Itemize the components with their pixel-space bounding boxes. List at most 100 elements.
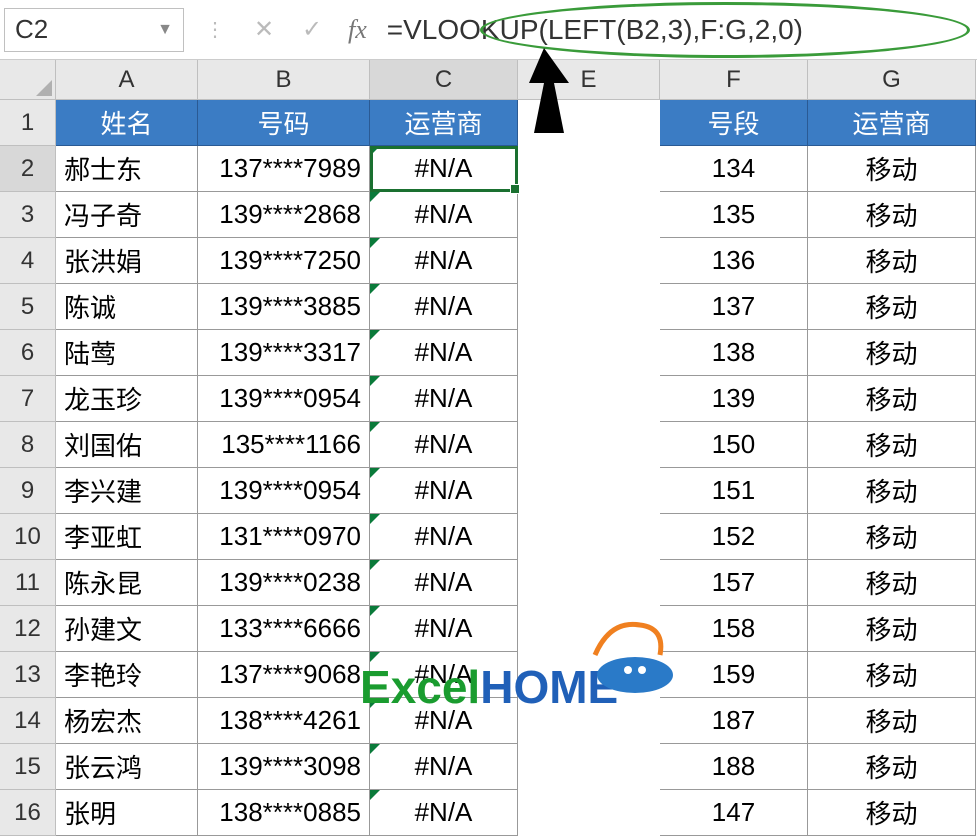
cell-name[interactable]: 陈永昆 xyxy=(56,560,198,606)
row-header[interactable]: 14 xyxy=(0,698,56,744)
col-header-B[interactable]: B xyxy=(198,60,370,100)
cell-carrier2[interactable]: 移动 xyxy=(808,606,976,652)
col-header-A[interactable]: A xyxy=(56,60,198,100)
cell-carrier2[interactable]: 移动 xyxy=(808,284,976,330)
cell-prefix[interactable]: 136 xyxy=(660,238,808,284)
cell-carrier[interactable]: #N/A xyxy=(370,284,518,330)
cell-number[interactable]: 138****0885 xyxy=(198,790,370,836)
cell-number[interactable]: 139****7250 xyxy=(198,238,370,284)
name-box[interactable]: C2 ▼ xyxy=(4,8,184,52)
row-header[interactable]: 12 xyxy=(0,606,56,652)
cell-carrier2[interactable]: 移动 xyxy=(808,698,976,744)
cell-carrier2[interactable]: 移动 xyxy=(808,790,976,836)
cell-number[interactable]: 137****7989 xyxy=(198,146,370,192)
cell-carrier2[interactable]: 移动 xyxy=(808,652,976,698)
cell-carrier[interactable]: #N/A xyxy=(370,468,518,514)
cell-carrier2[interactable]: 移动 xyxy=(808,192,976,238)
cell-name[interactable]: 陈诚 xyxy=(56,284,198,330)
cell-carrier[interactable]: #N/A xyxy=(370,744,518,790)
cell-E1[interactable] xyxy=(518,100,660,146)
expand-button[interactable]: ⋮ xyxy=(192,8,240,52)
cell-name[interactable]: 孙建文 xyxy=(56,606,198,652)
cell-name[interactable]: 陆莺 xyxy=(56,330,198,376)
cell-empty[interactable] xyxy=(518,376,660,422)
header-carrier2[interactable]: 运营商 xyxy=(808,100,976,146)
cell-number[interactable]: 139****3885 xyxy=(198,284,370,330)
cell-empty[interactable] xyxy=(518,284,660,330)
cell-carrier2[interactable]: 移动 xyxy=(808,376,976,422)
cell-carrier2[interactable]: 移动 xyxy=(808,560,976,606)
cell-carrier2[interactable]: 移动 xyxy=(808,744,976,790)
cell-number[interactable]: 139****0954 xyxy=(198,376,370,422)
col-header-E[interactable]: E xyxy=(518,60,660,100)
cell-prefix[interactable]: 152 xyxy=(660,514,808,560)
cell-carrier2[interactable]: 移动 xyxy=(808,330,976,376)
cell-prefix[interactable]: 150 xyxy=(660,422,808,468)
header-name[interactable]: 姓名 xyxy=(56,100,198,146)
formula-input[interactable]: =VLOOKUP(LEFT(B2,3),F:G,2,0) xyxy=(379,14,977,46)
cell-carrier2[interactable]: 移动 xyxy=(808,238,976,284)
cell-carrier[interactable]: #N/A xyxy=(370,652,518,698)
cell-name[interactable]: 龙玉珍 xyxy=(56,376,198,422)
cell-number[interactable]: 139****0238 xyxy=(198,560,370,606)
cell-empty[interactable] xyxy=(518,698,660,744)
cell-number[interactable]: 137****9068 xyxy=(198,652,370,698)
cell-number[interactable]: 139****0954 xyxy=(198,468,370,514)
cell-name[interactable]: 李艳玲 xyxy=(56,652,198,698)
name-box-dropdown-icon[interactable]: ▼ xyxy=(157,21,173,39)
cell-prefix[interactable]: 138 xyxy=(660,330,808,376)
row-header[interactable]: 15 xyxy=(0,744,56,790)
cell-number[interactable]: 139****2868 xyxy=(198,192,370,238)
cell-name[interactable]: 张洪娟 xyxy=(56,238,198,284)
row-header[interactable]: 10 xyxy=(0,514,56,560)
cell-carrier[interactable]: #N/A xyxy=(370,146,518,192)
cell-prefix[interactable]: 147 xyxy=(660,790,808,836)
cell-prefix[interactable]: 135 xyxy=(660,192,808,238)
cell-empty[interactable] xyxy=(518,744,660,790)
cell-number[interactable]: 133****6666 xyxy=(198,606,370,652)
cell-carrier[interactable]: #N/A xyxy=(370,560,518,606)
cell-carrier[interactable]: #N/A xyxy=(370,422,518,468)
header-carrier[interactable]: 运营商 xyxy=(370,100,518,146)
row-header[interactable]: 16 xyxy=(0,790,56,836)
cell-name[interactable]: 杨宏杰 xyxy=(56,698,198,744)
cell-prefix[interactable]: 159 xyxy=(660,652,808,698)
cell-carrier[interactable]: #N/A xyxy=(370,330,518,376)
cell-prefix[interactable]: 158 xyxy=(660,606,808,652)
fx-icon[interactable]: fx xyxy=(336,15,379,45)
cell-carrier[interactable]: #N/A xyxy=(370,192,518,238)
cell-name[interactable]: 冯子奇 xyxy=(56,192,198,238)
cell-number[interactable]: 139****3098 xyxy=(198,744,370,790)
row-header[interactable]: 7 xyxy=(0,376,56,422)
cell-carrier2[interactable]: 移动 xyxy=(808,146,976,192)
cell-name[interactable]: 张明 xyxy=(56,790,198,836)
cell-prefix[interactable]: 188 xyxy=(660,744,808,790)
cell-empty[interactable] xyxy=(518,422,660,468)
cell-name[interactable]: 李兴建 xyxy=(56,468,198,514)
row-header[interactable]: 8 xyxy=(0,422,56,468)
cell-number[interactable]: 135****1166 xyxy=(198,422,370,468)
row-header-1[interactable]: 1 xyxy=(0,100,56,146)
row-header[interactable]: 11 xyxy=(0,560,56,606)
cell-carrier2[interactable]: 移动 xyxy=(808,422,976,468)
row-header[interactable]: 3 xyxy=(0,192,56,238)
cell-carrier[interactable]: #N/A xyxy=(370,698,518,744)
cell-name[interactable]: 郝士东 xyxy=(56,146,198,192)
cell-prefix[interactable]: 157 xyxy=(660,560,808,606)
header-prefix[interactable]: 号段 xyxy=(660,100,808,146)
cell-empty[interactable] xyxy=(518,192,660,238)
cell-carrier[interactable]: #N/A xyxy=(370,514,518,560)
row-header[interactable]: 13 xyxy=(0,652,56,698)
select-all-corner[interactable] xyxy=(0,60,56,100)
cell-carrier2[interactable]: 移动 xyxy=(808,468,976,514)
cell-number[interactable]: 138****4261 xyxy=(198,698,370,744)
cell-name[interactable]: 张云鸿 xyxy=(56,744,198,790)
row-header[interactable]: 5 xyxy=(0,284,56,330)
cell-empty[interactable] xyxy=(518,652,660,698)
cell-empty[interactable] xyxy=(518,560,660,606)
col-header-F[interactable]: F xyxy=(660,60,808,100)
row-header[interactable]: 9 xyxy=(0,468,56,514)
cell-name[interactable]: 刘国佑 xyxy=(56,422,198,468)
cancel-icon[interactable]: ✕ xyxy=(240,8,288,52)
cell-number[interactable]: 131****0970 xyxy=(198,514,370,560)
